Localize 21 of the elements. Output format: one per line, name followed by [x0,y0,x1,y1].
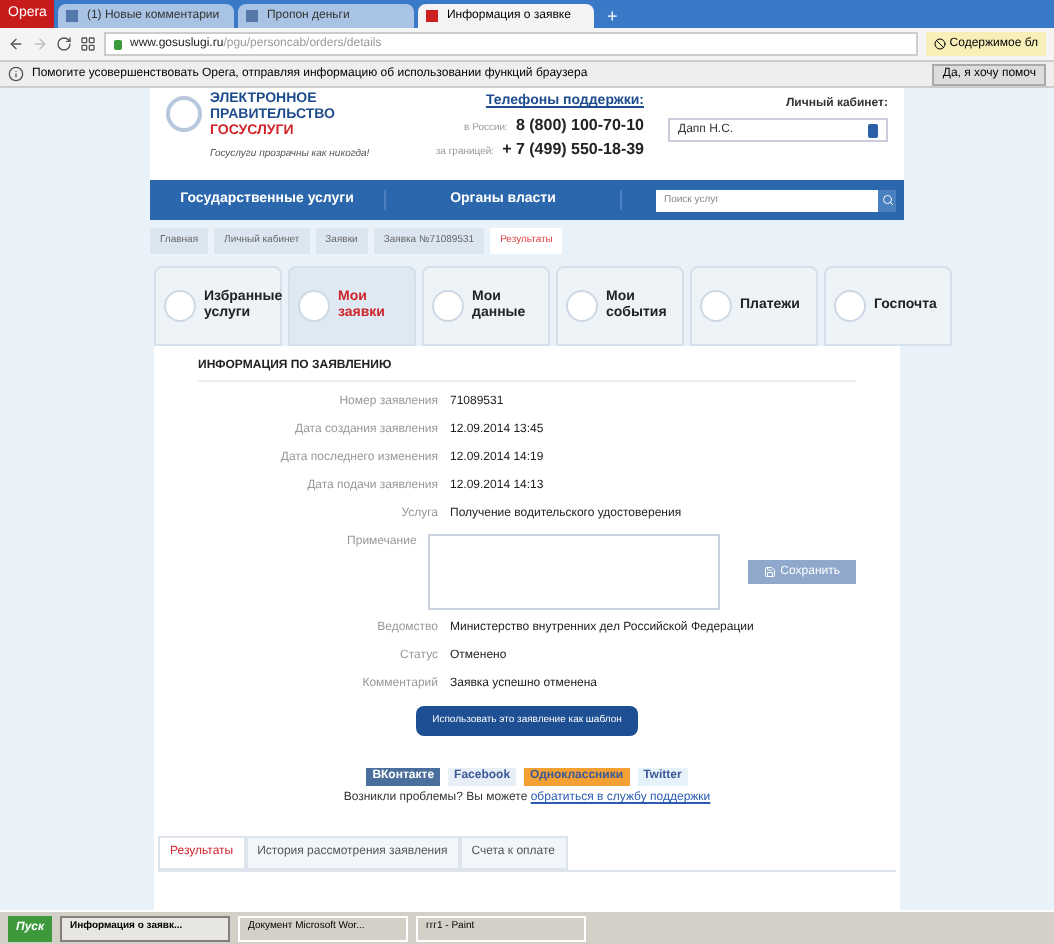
emblem-icon [166,96,202,132]
section-icon [834,290,866,322]
info-icon [8,66,24,82]
section-icon [700,290,732,322]
reload-icon[interactable] [56,36,72,52]
section-icon [432,290,464,322]
section-icon [298,290,330,322]
page-favicon-icon [66,10,79,22]
back-icon[interactable] [8,36,24,52]
section-icon [164,290,196,322]
phone-number: 8 (800) 100-70-10 [515,113,644,137]
page-favicon-icon [426,10,439,22]
phone-number: + 7 (499) 550-18-39 [502,137,644,161]
page-favicon-icon [246,10,259,22]
grid-icon[interactable] [80,36,96,52]
note-field[interactable] [428,534,721,610]
section-icon [566,290,598,322]
save-icon [764,566,777,578]
search-button[interactable] [878,189,896,211]
new-tab-button[interactable]: + [598,4,626,28]
blocked-icon [933,38,946,50]
